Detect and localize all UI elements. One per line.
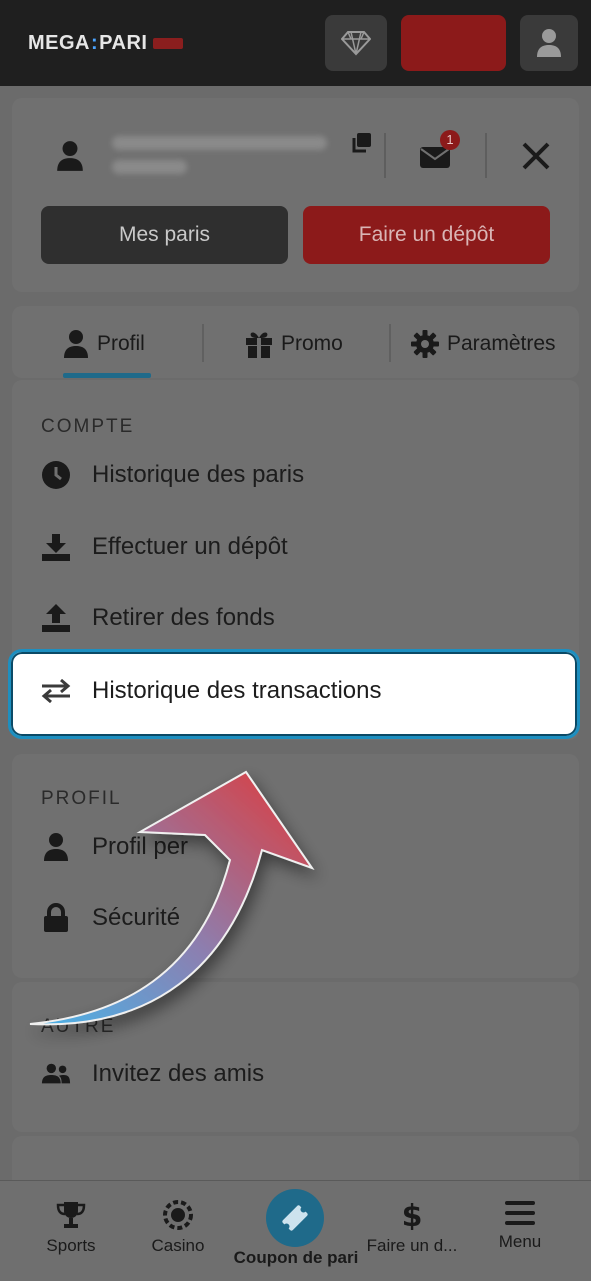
menu-item-label: Effectuer un dépôt [92, 533, 288, 560]
nav-sports[interactable]: Sports [21, 1200, 121, 1256]
menu-item-transaction-history[interactable]: Historique des transactions [41, 676, 381, 706]
account-button[interactable] [520, 15, 578, 71]
upload-icon [42, 604, 70, 632]
menu-item-security[interactable]: Sécurité [41, 903, 180, 933]
person-icon [57, 141, 83, 171]
flag-icon [153, 37, 184, 49]
menu-item-personal-profile[interactable]: Profil per [41, 832, 188, 862]
register-button[interactable] [401, 15, 506, 71]
nav-label: Sports [46, 1236, 96, 1255]
diamond-icon [341, 31, 371, 56]
nav-casino[interactable]: Casino [128, 1200, 228, 1256]
my-bets-button[interactable]: Mes paris [41, 206, 288, 264]
nav-label: Menu [498, 1232, 542, 1251]
menu-item-label: Invitez des amis [92, 1060, 265, 1087]
svg-text:$: $ [402, 1200, 423, 1230]
tab-label: Profil [97, 332, 145, 355]
nav-deposit[interactable]: $ Faire un d... [362, 1200, 462, 1256]
nav-coupon[interactable] [266, 1189, 324, 1247]
section-title-autre: AUTRE [41, 1016, 116, 1037]
copy-icon[interactable] [350, 132, 372, 154]
ticket-icon [282, 1205, 308, 1231]
lock-icon [44, 903, 68, 932]
menu-item-make-deposit[interactable]: Effectuer un dépôt [41, 532, 288, 562]
menu-item-label: Historique des transactions [92, 677, 382, 704]
tab-parametres[interactable]: Paramètres [411, 318, 556, 370]
vip-button[interactable] [325, 15, 387, 71]
nav-menu[interactable]: Menu [470, 1200, 570, 1252]
tab-profil[interactable]: Profil [63, 318, 145, 370]
megapari-logo[interactable]: MEGA : PARI [28, 30, 184, 56]
close-icon[interactable] [520, 140, 552, 172]
gift-icon [246, 332, 272, 358]
section-title-profil: PROFIL [41, 788, 122, 809]
divider [202, 324, 204, 362]
menu-item-bet-history[interactable]: Historique des paris [41, 460, 304, 490]
dollar-icon: $ [402, 1200, 423, 1230]
group-icon [41, 1063, 71, 1084]
menu-item-label: Retirer des fonds [92, 604, 275, 631]
menu-item-label: Historique des paris [92, 461, 305, 488]
account-id-blurred [112, 132, 332, 178]
clock-icon [42, 461, 70, 489]
nav-label: Casino [151, 1236, 205, 1255]
download-icon [42, 534, 70, 561]
other-section [12, 982, 579, 1132]
tab-label: Paramètres [447, 332, 556, 355]
divider [389, 324, 391, 362]
trophy-icon [56, 1202, 86, 1228]
deposit-button[interactable]: Faire un dépôt [303, 206, 550, 264]
notification-badge: 1 [440, 130, 460, 150]
swap-arrows-icon [41, 679, 71, 703]
gear-icon [411, 330, 439, 358]
menu-item-label: Sécurité [92, 904, 181, 931]
menu-item-invite-friends[interactable]: Invitez des amis [41, 1059, 264, 1089]
section-title-compte: COMPTE [41, 416, 135, 437]
menu-item-label: Profil per [92, 833, 189, 860]
person-icon [44, 833, 68, 861]
tab-promo[interactable]: Promo [245, 318, 343, 370]
menu-item-withdraw[interactable]: Retirer des fonds [41, 603, 275, 633]
active-tab-indicator [63, 373, 151, 378]
nav-label: Coupon de pari [233, 1248, 359, 1267]
divider [485, 133, 487, 178]
menu-icon [505, 1201, 535, 1225]
chip-icon [163, 1200, 193, 1230]
divider [384, 133, 386, 178]
nav-label: Faire un d... [366, 1236, 458, 1255]
user-icon [537, 29, 561, 57]
tab-label: Promo [281, 332, 343, 355]
person-icon [64, 330, 88, 358]
